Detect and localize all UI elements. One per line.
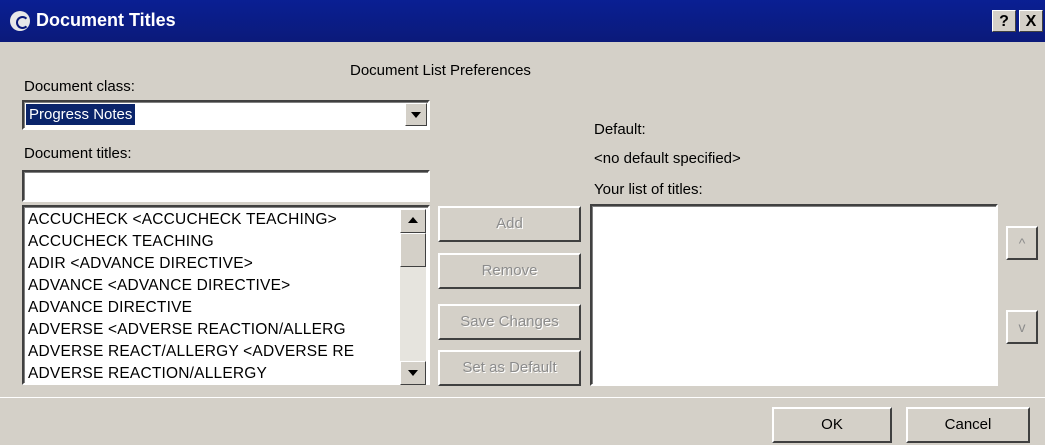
ok-button[interactable]: OK	[772, 407, 892, 443]
chevron-down-icon	[408, 370, 418, 376]
default-value: <no default specified>	[594, 150, 741, 167]
list-item[interactable]: ADVANCE DIRECTIVE	[26, 297, 406, 319]
list-item[interactable]: ADVERSE <ADVERSE REACTION/ALLERG	[26, 319, 406, 341]
document-titles-dialog: Document Titles ? X Document List Prefer…	[0, 0, 1045, 445]
document-titles-items: ACCUCHECK <ACCUCHECK TEACHING> ACCUCHECK…	[26, 209, 406, 385]
document-titles-search-input[interactable]	[22, 170, 430, 202]
close-button[interactable]: X	[1019, 10, 1043, 32]
scroll-up-button[interactable]	[400, 209, 426, 233]
document-class-label: Document class:	[24, 78, 135, 95]
document-titles-label: Document titles:	[24, 145, 132, 162]
help-button[interactable]: ?	[992, 10, 1016, 32]
title-bar: Document Titles ? X	[0, 0, 1045, 42]
app-icon	[10, 11, 30, 31]
move-up-button[interactable]: ^	[1006, 226, 1038, 260]
list-item[interactable]: ACCUCHECK <ACCUCHECK TEACHING>	[26, 209, 406, 231]
cancel-button[interactable]: Cancel	[906, 407, 1030, 443]
chevron-down-icon	[411, 112, 421, 118]
default-label: Default:	[594, 121, 646, 138]
your-list-label: Your list of titles:	[594, 181, 703, 198]
scroll-down-button[interactable]	[400, 361, 426, 385]
add-button[interactable]: Add	[438, 206, 581, 242]
list-item[interactable]: ADVANCE <ADVANCE DIRECTIVE>	[26, 275, 406, 297]
move-down-button[interactable]: v	[1006, 310, 1038, 344]
set-default-button[interactable]: Set as Default	[438, 350, 581, 386]
window-title: Document Titles	[36, 10, 176, 30]
document-class-select[interactable]: Progress Notes	[22, 100, 430, 130]
list-item[interactable]: ADVERSE REACT/ALLERGY <ADVERSE RE	[26, 341, 406, 363]
chevron-up-icon	[408, 217, 418, 223]
document-class-value: Progress Notes	[26, 104, 136, 125]
your-titles-list[interactable]	[590, 204, 998, 386]
scroll-thumb[interactable]	[400, 233, 426, 267]
remove-button[interactable]: Remove	[438, 253, 581, 289]
list-scrollbar[interactable]	[400, 209, 426, 385]
save-changes-button[interactable]: Save Changes	[438, 304, 581, 340]
page-title: Document List Preferences	[350, 62, 531, 79]
list-item[interactable]: ACCUCHECK TEACHING	[26, 231, 406, 253]
document-titles-list[interactable]: ACCUCHECK <ACCUCHECK TEACHING> ACCUCHECK…	[22, 205, 430, 385]
list-item[interactable]: ADVERSE REACTION/ALLERGY	[26, 363, 406, 385]
dropdown-button[interactable]	[405, 103, 427, 126]
list-item[interactable]: ADIR <ADVANCE DIRECTIVE>	[26, 253, 406, 275]
button-bar: OK Cancel	[0, 397, 1045, 445]
